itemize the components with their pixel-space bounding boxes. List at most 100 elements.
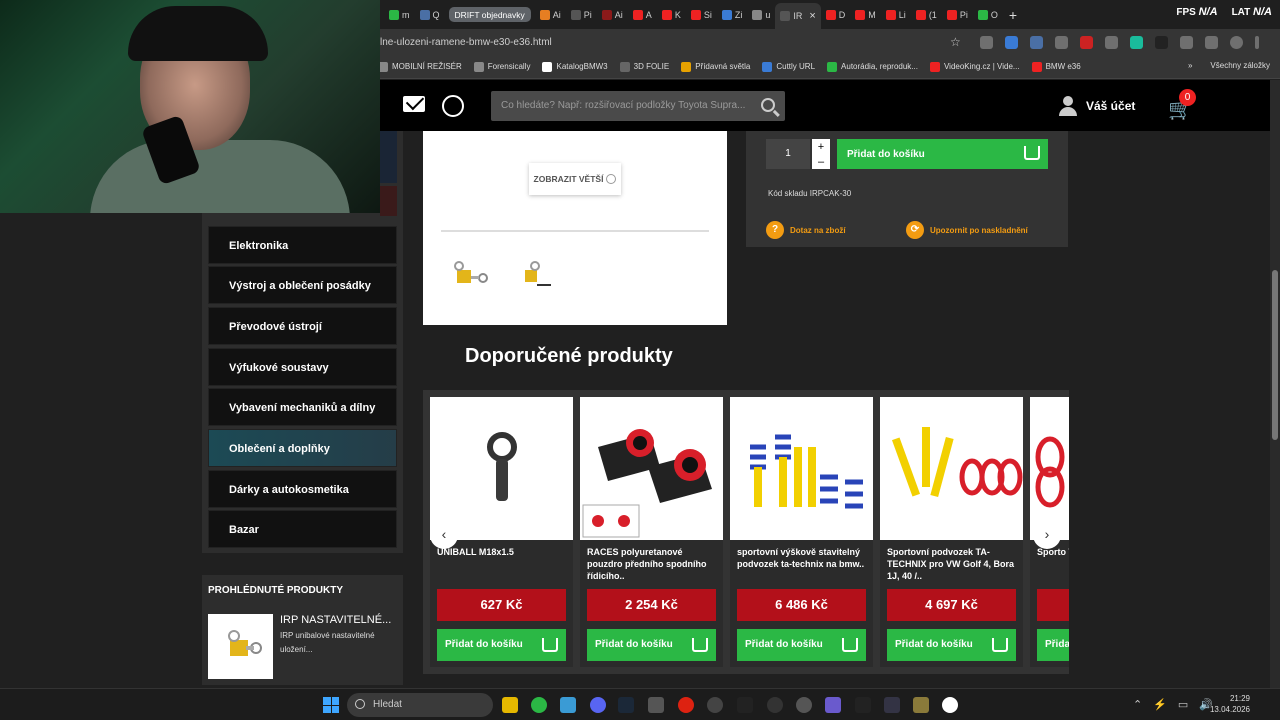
browser-tab[interactable]: K	[657, 4, 686, 26]
browser-tab[interactable]: Ai	[535, 4, 566, 26]
bookmarks-more-button[interactable]: »	[1188, 61, 1192, 70]
product-name[interactable]: RACES polyuretanové pouzdro předního spo…	[580, 540, 723, 585]
chatgpt-icon[interactable]	[707, 697, 723, 713]
app-icon[interactable]	[796, 697, 812, 713]
sidebar-category[interactable]: Vybavení mechaniků a dílny	[208, 388, 397, 426]
bookmark-star-icon[interactable]: ☆	[950, 35, 961, 49]
product-card[interactable]: sportovní výškově stavitelný podvozek ta…	[730, 397, 873, 667]
extension-icon[interactable]	[1030, 35, 1043, 49]
add-to-cart-button[interactable]: Přidat do košíku	[437, 629, 566, 661]
whatsapp-icon[interactable]	[442, 95, 464, 117]
browser-tab[interactable]: Q	[415, 4, 445, 26]
menu-kebab-icon[interactable]	[1255, 35, 1259, 49]
product-image[interactable]	[1030, 397, 1069, 540]
browser-tab[interactable]: m	[384, 4, 415, 26]
sidebar-category[interactable]: Výstroj a oblečení posádky	[208, 266, 397, 304]
browser-tab[interactable]: A	[628, 4, 657, 26]
bookmark-item[interactable]: BMW e36	[1031, 61, 1081, 72]
add-to-cart-button[interactable]: Přidat do košíku	[737, 629, 866, 661]
viewed-product-image[interactable]	[208, 614, 273, 679]
product-image[interactable]	[430, 397, 573, 540]
bookmark-item[interactable]: Přídavná světla	[681, 61, 750, 72]
opera-icon[interactable]	[678, 697, 694, 713]
close-tab-icon[interactable]: ×	[809, 10, 815, 22]
app-icon[interactable]	[648, 697, 664, 713]
app-icon[interactable]	[884, 697, 900, 713]
product-image[interactable]	[730, 397, 873, 540]
site-search-input[interactable]: Co hledáte? Např: rozšiřovací podložky T…	[491, 91, 785, 121]
bookmark-item[interactable]: Forensically	[473, 61, 530, 72]
windows-start-icon[interactable]	[323, 697, 339, 713]
scroll-thumb[interactable]	[1272, 270, 1278, 440]
product-image[interactable]	[880, 397, 1023, 540]
profile-icon[interactable]	[1230, 35, 1243, 49]
extension-icon[interactable]	[1105, 35, 1118, 49]
extensions-puzzle-icon[interactable]	[1180, 35, 1193, 49]
new-tab-icon[interactable]: +	[1009, 7, 1017, 23]
chrome-icon[interactable]	[531, 697, 547, 713]
app-icon[interactable]	[913, 697, 929, 713]
epic-games-icon[interactable]	[737, 697, 753, 713]
browser-tab[interactable]: IR ×	[775, 3, 821, 29]
mail-icon[interactable]	[403, 96, 425, 112]
page-scrollbar[interactable]	[1270, 80, 1280, 688]
all-bookmarks-folder[interactable]: Všechny záložky	[1210, 61, 1270, 70]
quantity-stepper[interactable]: + –	[812, 139, 830, 169]
browser-tab[interactable]: Pi	[942, 4, 973, 26]
extension-icon[interactable]	[1155, 35, 1168, 49]
sidebar-category[interactable]: Převodové ústrojí	[208, 307, 397, 345]
gallery-thumbnail[interactable]	[449, 258, 493, 290]
app-icon[interactable]	[825, 697, 841, 713]
taskbar-search[interactable]: Hledat	[347, 693, 493, 717]
add-to-cart-button[interactable]: Přidat do košíku	[887, 629, 1016, 661]
add-to-cart-button[interactable]: Přidat do košíku	[1037, 629, 1069, 661]
file-explorer-icon[interactable]	[502, 697, 518, 713]
carousel-prev-button[interactable]: ‹	[430, 521, 458, 549]
browser-tab[interactable]: Ai	[597, 4, 628, 26]
product-name[interactable]: Sportovní podvozek TA-TECHNIX pro VW Gol…	[880, 540, 1023, 585]
extension-icon[interactable]	[1130, 35, 1143, 49]
obs-icon[interactable]	[942, 697, 958, 713]
product-card[interactable]: Sportovní podvozek TA-TECHNIX pro VW Gol…	[880, 397, 1023, 667]
url-field[interactable]: lne-ulozeni-ramene-bmw-e30-e36.html	[380, 37, 970, 48]
quantity-input[interactable]: 1	[766, 139, 810, 169]
tab-group-label[interactable]: DRIFT objednavky	[448, 7, 531, 22]
browser-tab[interactable]: Si	[686, 4, 717, 26]
extension-icon[interactable]	[980, 35, 993, 49]
chevron-up-icon[interactable]: ⌃	[1133, 698, 1142, 711]
browser-tab[interactable]: (1	[911, 4, 942, 26]
zoom-button[interactable]: ZOBRAZIT VĚTŠÍ	[529, 163, 621, 195]
quantity-minus-button[interactable]: –	[818, 156, 824, 168]
bookmark-item[interactable]: Cuttly URL	[762, 61, 815, 72]
app-icon[interactable]	[855, 697, 871, 713]
sidebar-category[interactable]: Elektronika	[208, 226, 397, 264]
extension-icon[interactable]	[1005, 35, 1018, 49]
sidebar-category[interactable]: Oblečení a doplňky	[208, 429, 397, 467]
notify-stock-link[interactable]: ⟳ Upozornit po naskladnění	[906, 221, 1028, 239]
sidebar-category[interactable]: Dárky a autokosmetika	[208, 470, 397, 508]
product-image[interactable]	[580, 397, 723, 540]
browser-tab[interactable]: u	[747, 4, 775, 26]
add-to-cart-button[interactable]: Přidat do košíku	[837, 139, 1048, 169]
quantity-plus-button[interactable]: +	[818, 141, 824, 153]
bookmark-item[interactable]: KatalogBMW3	[542, 61, 608, 72]
extension-icon[interactable]	[1055, 35, 1068, 49]
bookmark-item[interactable]: 3D FOLIE	[619, 61, 669, 72]
browser-tab[interactable]: D	[821, 4, 851, 26]
bookmark-item[interactable]: VideoKing.cz | Vide...	[929, 61, 1020, 72]
product-name[interactable]: sportovní výškově stavitelný podvozek ta…	[730, 540, 873, 585]
bookmark-item[interactable]: Autorádia, reproduk...	[827, 61, 918, 72]
search-icon[interactable]	[761, 98, 775, 112]
reading-list-icon[interactable]	[1205, 35, 1218, 49]
network-icon[interactable]: ⚡	[1153, 698, 1167, 711]
browser-tab[interactable]: Pi	[566, 4, 597, 26]
extension-icon[interactable]	[1080, 35, 1093, 49]
sidebar-category[interactable]: Bazar	[208, 510, 397, 548]
browser-tab[interactable]: Li	[881, 4, 911, 26]
sidebar-category[interactable]: Výfukové soustavy	[208, 348, 397, 386]
browser-tab[interactable]: O	[973, 4, 1003, 26]
viewed-product-name[interactable]: IRP NASTAVITELNÉ...	[280, 614, 391, 626]
gallery-thumbnail[interactable]	[515, 258, 559, 290]
app-icon[interactable]	[767, 697, 783, 713]
carousel-next-button[interactable]: ›	[1033, 521, 1061, 549]
